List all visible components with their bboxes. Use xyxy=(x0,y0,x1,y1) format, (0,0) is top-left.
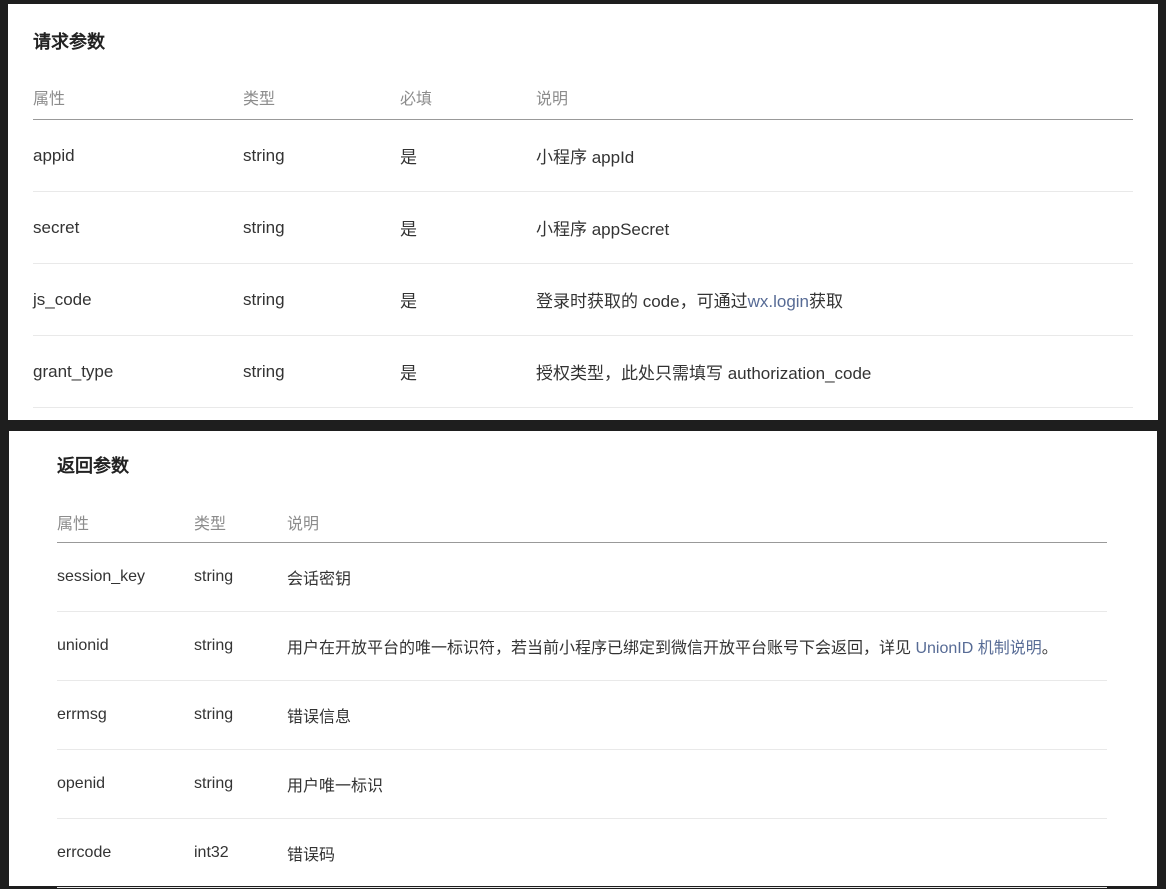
param-description: 会话密钥 xyxy=(287,542,1107,612)
param-description: 用户在开放平台的唯一标识符，若当前小程序已绑定到微信开放平台账号下会返回，详见 … xyxy=(287,611,1107,681)
column-header-type: 类型 xyxy=(243,74,400,120)
table-row: session_key string 会话密钥 xyxy=(57,542,1107,612)
table-row: unionid string 用户在开放平台的唯一标识符，若当前小程序已绑定到微… xyxy=(57,611,1107,681)
table-header-row: 属性 类型 必填 说明 xyxy=(33,74,1133,120)
param-type: string xyxy=(243,263,400,336)
description-text: 小程序 appSecret xyxy=(536,220,670,239)
description-text-suffix: 获取 xyxy=(809,292,844,311)
param-name: session_key xyxy=(57,542,194,612)
response-params-title: 返回参数 xyxy=(57,456,129,476)
description-text: 授权类型，此处只需填写 authorization_code xyxy=(536,364,872,383)
param-description: 授权类型，此处只需填写 authorization_code xyxy=(536,335,1133,408)
column-header-description: 说明 xyxy=(287,501,1107,543)
param-name: errcode xyxy=(57,818,194,888)
unionid-doc-link[interactable]: UnionID 机制说明 xyxy=(915,640,1041,657)
param-required: 是 xyxy=(400,263,536,336)
param-name: grant_type xyxy=(33,335,243,408)
response-params-panel: 返回参数 属性 类型 说明 session_key string 会话密钥 un… xyxy=(9,431,1157,888)
table-row: errcode int32 错误码 xyxy=(57,818,1107,888)
param-name: errmsg xyxy=(57,680,194,750)
param-name: secret xyxy=(33,191,243,264)
description-text-suffix: 。 xyxy=(1041,640,1058,657)
table-row: errmsg string 错误信息 xyxy=(57,680,1107,750)
param-description: 用户唯一标识 xyxy=(287,749,1107,819)
column-header-required: 必填 xyxy=(400,74,536,120)
wx-login-link[interactable]: wx.login xyxy=(748,292,809,311)
request-params-table: 属性 类型 必填 说明 appid string 是 小程序 appId sec… xyxy=(33,74,1133,408)
param-description: 小程序 appId xyxy=(536,119,1133,192)
column-header-attribute: 属性 xyxy=(57,501,194,543)
description-text: 用户在开放平台的唯一标识符，若当前小程序已绑定到微信开放平台账号下会返回，详见 xyxy=(287,640,916,657)
param-type: string xyxy=(243,119,400,192)
param-name: openid xyxy=(57,749,194,819)
param-type: string xyxy=(194,611,287,681)
description-text: 错误信息 xyxy=(287,709,352,726)
param-name: unionid xyxy=(57,611,194,681)
table-row: js_code string 是 登录时获取的 code，可通过wx.login… xyxy=(33,263,1133,336)
table-row: secret string 是 小程序 appSecret xyxy=(33,191,1133,264)
param-required: 是 xyxy=(400,335,536,408)
request-params-panel: 请求参数 属性 类型 必填 说明 appid string 是 小程序 appI… xyxy=(8,4,1158,420)
description-text: 会话密钥 xyxy=(287,571,352,588)
param-required: 是 xyxy=(400,119,536,192)
param-type: string xyxy=(243,191,400,264)
param-description: 登录时获取的 code，可通过wx.login获取 xyxy=(536,263,1133,336)
param-description: 错误信息 xyxy=(287,680,1107,750)
param-type: string xyxy=(194,680,287,750)
param-type: int32 xyxy=(194,818,287,888)
request-params-title: 请求参数 xyxy=(33,32,105,52)
column-header-attribute: 属性 xyxy=(33,74,243,120)
param-description: 错误码 xyxy=(287,818,1107,888)
param-description: 小程序 appSecret xyxy=(536,191,1133,264)
table-row: openid string 用户唯一标识 xyxy=(57,749,1107,819)
param-name: appid xyxy=(33,119,243,192)
table-row: grant_type string 是 授权类型，此处只需填写 authoriz… xyxy=(33,335,1133,408)
description-text: 错误码 xyxy=(287,847,336,864)
param-name: js_code xyxy=(33,263,243,336)
param-type: string xyxy=(194,542,287,612)
param-required: 是 xyxy=(400,191,536,264)
description-text: 小程序 appId xyxy=(536,148,635,167)
description-text: 登录时获取的 code，可通过 xyxy=(536,292,748,311)
description-text: 用户唯一标识 xyxy=(287,778,384,795)
param-type: string xyxy=(243,335,400,408)
response-params-table: 属性 类型 说明 session_key string 会话密钥 unionid… xyxy=(57,501,1107,888)
column-header-description: 说明 xyxy=(536,74,1133,120)
param-type: string xyxy=(194,749,287,819)
table-header-row: 属性 类型 说明 xyxy=(57,501,1107,543)
table-row: appid string 是 小程序 appId xyxy=(33,119,1133,192)
column-header-type: 类型 xyxy=(194,501,287,543)
